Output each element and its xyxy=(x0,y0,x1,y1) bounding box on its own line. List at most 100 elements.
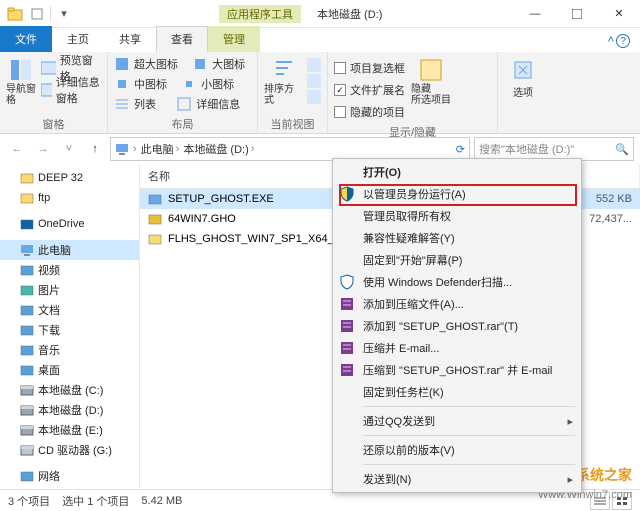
menu-item[interactable]: 使用 Windows Defender扫描... xyxy=(333,271,581,293)
chk-hidden-items[interactable]: 隐藏的项目 xyxy=(334,102,405,122)
tab-home[interactable]: 主页 xyxy=(52,26,104,52)
history-dropdown[interactable]: ˅ xyxy=(58,138,80,160)
tree-item-label: 本地磁盘 (C:) xyxy=(38,382,103,398)
tree-item[interactable]: OneDrive xyxy=(0,214,139,234)
qat-dropdown-icon[interactable]: ▾ xyxy=(55,5,73,23)
tree-item[interactable]: 本地磁盘 (D:) xyxy=(0,400,139,420)
icons-view-button[interactable] xyxy=(612,492,632,510)
defender-icon xyxy=(339,274,355,290)
tree-item-label: 下载 xyxy=(38,322,60,338)
forward-button[interactable]: → xyxy=(32,138,54,160)
tab-share[interactable]: 共享 xyxy=(104,26,156,52)
group-by-icon[interactable] xyxy=(307,58,321,72)
menu-item[interactable]: 固定到"开始"屏幕(P) xyxy=(333,249,581,271)
col-name[interactable]: 名称 xyxy=(140,164,360,188)
back-button[interactable]: ← xyxy=(6,138,28,160)
tree-item[interactable]: 此电脑 xyxy=(0,240,139,260)
menu-item[interactable]: 通过QQ发送到▸ xyxy=(333,410,581,432)
minimize-ribbon-icon[interactable]: ˄ xyxy=(608,34,614,48)
tree-item-label: 图片 xyxy=(38,282,60,298)
group-label-layout: 布局 xyxy=(114,114,251,132)
tree-item[interactable]: 下载 xyxy=(0,320,139,340)
menu-item[interactable]: 以管理员身份运行(A) xyxy=(333,183,581,205)
tree-item[interactable]: 网络 xyxy=(0,466,139,486)
menu-item-label: 添加到 "SETUP_GHOST.rar"(T) xyxy=(363,318,518,334)
layout-xl-icons[interactable]: 超大图标 大图标 xyxy=(114,54,245,74)
rar-icon xyxy=(339,318,355,334)
crumb-this-pc[interactable]: 此电脑› xyxy=(141,141,180,157)
rar-icon xyxy=(339,296,355,312)
menu-item[interactable]: 还原以前的版本(V) xyxy=(333,439,581,461)
tree-item[interactable]: 桌面 xyxy=(0,360,139,380)
menu-item-label: 压缩到 "SETUP_GHOST.rar" 并 E-mail xyxy=(363,362,552,378)
ribbon-group-showhide: 项目复选框 ✓文件扩展名 隐藏的项目 隐藏 所选项目 显示/隐藏 xyxy=(328,52,498,133)
tree-item[interactable]: CD 驱动器 (G:) xyxy=(0,440,139,460)
file-size: 552 KB xyxy=(596,193,632,205)
tab-view[interactable]: 查看 xyxy=(156,26,208,52)
menu-item[interactable]: 管理员取得所有权 xyxy=(333,205,581,227)
tree-item[interactable]: 本地磁盘 (E:) xyxy=(0,420,139,440)
tree-item[interactable]: 音乐 xyxy=(0,340,139,360)
checkbox-icon: ✓ xyxy=(334,84,346,96)
group-label-current: 当前视图 xyxy=(264,114,321,132)
tree-item-label: 视频 xyxy=(38,262,60,278)
ribbon-tabs: 文件 主页 共享 查看 管理 ˄ ? xyxy=(0,28,640,52)
ribbon-group-layout: 超大图标 大图标 中图标 小图标 列表 详细信息 布局 xyxy=(108,52,258,133)
pin-icon[interactable] xyxy=(28,5,46,23)
tab-file[interactable]: 文件 xyxy=(0,26,52,52)
menu-item-label: 兼容性疑难解答(Y) xyxy=(363,230,455,246)
nav-pane-button[interactable]: 导航窗格 xyxy=(6,54,37,106)
up-button[interactable]: ↑ xyxy=(84,138,106,160)
menu-item[interactable]: 发送到(N) ▸ xyxy=(333,468,581,490)
menu-item[interactable]: 添加到 "SETUP_GHOST.rar"(T) xyxy=(333,315,581,337)
minimize-button[interactable]: — xyxy=(514,0,556,28)
tree-item-label: 本地磁盘 (E:) xyxy=(38,422,103,438)
content-pane: 名称 修改日期 类型 大小 SETUP_GHOST.EXE552 KB64WIN… xyxy=(140,164,640,489)
add-columns-icon[interactable] xyxy=(307,74,321,88)
menu-separator xyxy=(363,435,575,436)
nav-pane-label: 导航窗格 xyxy=(6,84,37,106)
tree-item[interactable]: ftp xyxy=(0,188,139,208)
tree-item[interactable]: 本地磁盘 (C:) xyxy=(0,380,139,400)
folder-icon xyxy=(6,5,24,23)
crumb-drive-d[interactable]: 本地磁盘 (D:)› xyxy=(183,141,254,157)
chk-file-ext[interactable]: ✓文件扩展名 xyxy=(334,80,405,100)
layout-m-icons[interactable]: 中图标 小图标 xyxy=(114,74,234,94)
menu-item-label: 发送到(N) xyxy=(363,471,411,487)
sort-button[interactable]: 排序方式 xyxy=(264,54,303,106)
cd-icon xyxy=(20,443,34,457)
ribbon-group-options: 选项 xyxy=(498,52,548,133)
menu-item[interactable]: 压缩并 E-mail... xyxy=(333,337,581,359)
menu-item[interactable]: 固定到任务栏(K) xyxy=(333,381,581,403)
refresh-icon[interactable]: ⟳ xyxy=(456,143,465,156)
menu-item-label: 固定到任务栏(K) xyxy=(363,384,444,400)
menu-item[interactable]: 兼容性疑难解答(Y) xyxy=(333,227,581,249)
tree-item[interactable]: DEEP 32 xyxy=(0,168,139,188)
folder-icon xyxy=(148,232,162,246)
menu-item[interactable]: 打开(O) xyxy=(333,161,581,183)
details-pane-button[interactable]: 详细信息窗格 xyxy=(41,80,101,100)
tab-manage[interactable]: 管理 xyxy=(208,26,260,52)
menu-item[interactable]: 压缩到 "SETUP_GHOST.rar" 并 E-mail xyxy=(333,359,581,381)
layout-list[interactable]: 列表 详细信息 xyxy=(114,94,240,114)
tree-item[interactable]: 图片 xyxy=(0,280,139,300)
options-button[interactable]: 选项 xyxy=(504,54,542,99)
size-columns-icon[interactable] xyxy=(307,90,321,104)
folder-icon xyxy=(20,191,34,205)
menu-item[interactable]: 添加到压缩文件(A)... xyxy=(333,293,581,315)
help-icon[interactable]: ? xyxy=(616,34,630,48)
close-button[interactable]: ✕ xyxy=(598,0,640,28)
group-label-panes: 窗格 xyxy=(6,114,101,132)
chk-item-checkboxes[interactable]: 项目复选框 xyxy=(334,58,405,78)
desktop-icon xyxy=(20,363,34,377)
tree-item[interactable]: 文档 xyxy=(0,300,139,320)
hide-selected-button[interactable]: 隐藏 所选项目 xyxy=(409,54,453,106)
checkbox-icon xyxy=(334,106,346,118)
tree-item[interactable]: 视频 xyxy=(0,260,139,280)
nav-tree[interactable]: DEEP 32ftp OneDrive 此电脑视频图片文档下载音乐桌面本地磁盘 (C… xyxy=(0,164,140,489)
details-view-button[interactable] xyxy=(590,492,610,510)
maximize-button[interactable] xyxy=(556,0,598,28)
music-icon xyxy=(20,343,34,357)
menu-item-label: 还原以前的版本(V) xyxy=(363,442,455,458)
submenu-arrow-icon: ▸ xyxy=(567,473,573,486)
